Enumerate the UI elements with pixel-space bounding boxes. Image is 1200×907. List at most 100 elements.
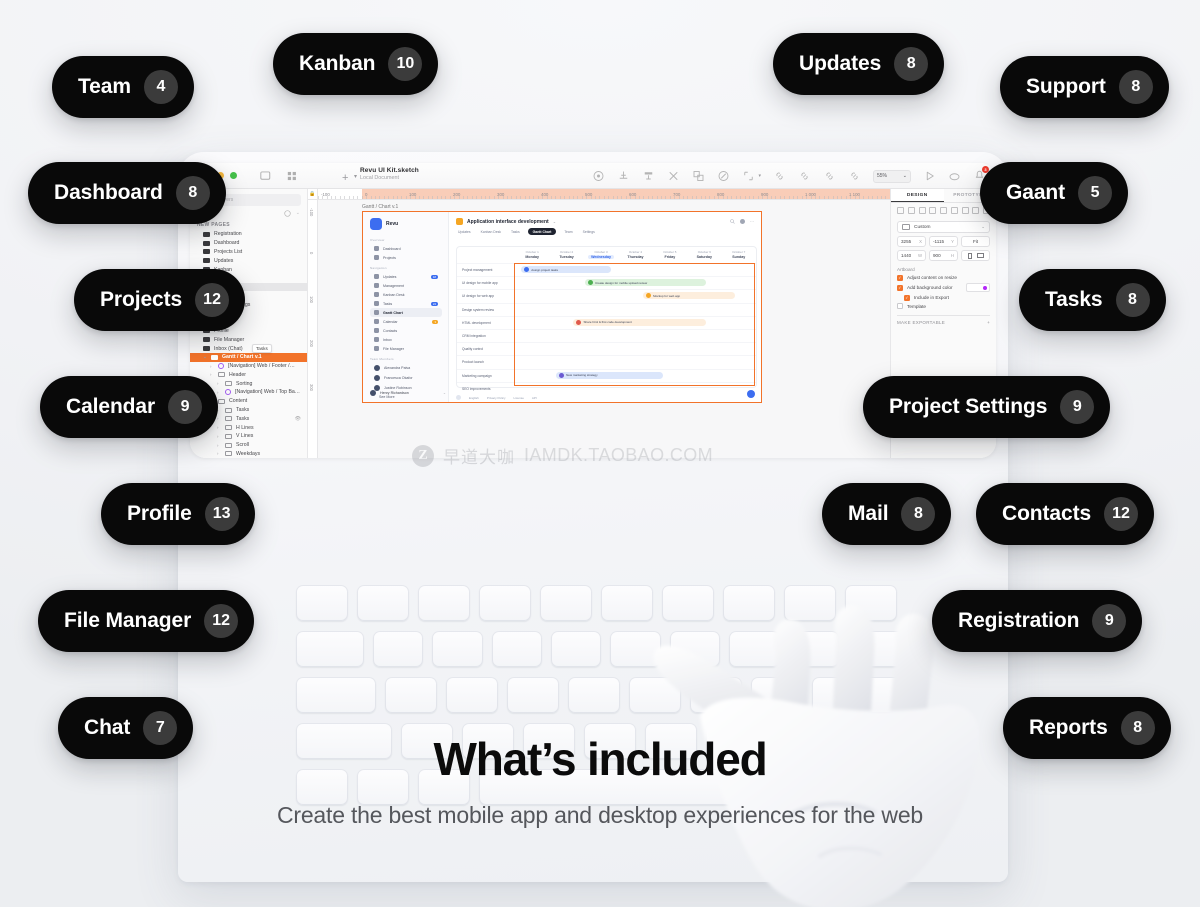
checkbox-icon[interactable]: ✓ (897, 284, 903, 291)
portrait-icon[interactable] (967, 252, 972, 259)
pill-contacts[interactable]: Contacts 12 (976, 483, 1155, 545)
ruler-vertical[interactable]: -100 0 100 200 300 (308, 200, 318, 458)
more-options-icon[interactable]: ⋯ (750, 219, 754, 224)
align-middle-icon[interactable] (940, 207, 947, 214)
visibility-icon[interactable]: 👁 (295, 416, 301, 422)
pill-gaant[interactable]: Gaant 5 (980, 162, 1129, 224)
page-layer-row[interactable]: Inbox (Chat) (190, 344, 307, 353)
artboard-layer-row[interactable]: ⌄ Gantt / Chart v.1 (190, 352, 307, 362)
pill-project-settings[interactable]: Project Settings 9 (863, 376, 1111, 438)
gantt-tab[interactable]: Gantt Chart (527, 228, 557, 235)
chevron-right-icon[interactable]: › (217, 443, 221, 448)
insert-icon[interactable] (592, 170, 605, 182)
pill-mail[interactable]: Mail 8 (822, 483, 952, 545)
artboard-icon[interactable] (260, 170, 273, 182)
fit-button[interactable]: Fit (961, 236, 990, 247)
landscape-icon[interactable] (976, 253, 984, 258)
page-layer-row[interactable]: Dashboard (190, 239, 307, 248)
inspector-checkbox[interactable]: ✓ Add background color (897, 283, 990, 292)
app-sidebar-item[interactable]: Gantt Chart (370, 308, 442, 317)
help-fab-button[interactable] (747, 390, 755, 398)
x-position-field[interactable]: 3255 X (897, 236, 926, 247)
app-sidebar-item[interactable]: Management (370, 281, 442, 290)
sublayer-row[interactable]: › Scroll (190, 441, 307, 450)
chevron-right-icon[interactable]: › (217, 416, 221, 421)
app-sidebar-item[interactable]: Updates 18 (370, 272, 442, 281)
chevron-right-icon[interactable]: › (217, 434, 221, 439)
align-top-icon[interactable] (929, 207, 937, 214)
chevron-down-icon[interactable]: ⌄ (296, 210, 300, 217)
gantt-tab[interactable]: Updates (456, 228, 473, 235)
app-sidebar-item[interactable]: File Manager (370, 344, 442, 353)
y-position-field[interactable]: -1115 Y (929, 236, 958, 247)
chevron-right-icon[interactable]: › (217, 381, 221, 386)
grid-view-icon[interactable] (287, 170, 300, 182)
align-center-h-icon[interactable] (907, 207, 915, 214)
app-sidebar-item[interactable]: Calendar 3 (370, 317, 442, 326)
pill-file-manager[interactable]: File Manager 12 (38, 590, 255, 652)
add-page-icon[interactable]: + (342, 172, 348, 184)
link-1-icon[interactable] (773, 170, 786, 182)
app-sidebar-item[interactable]: Inbox (370, 335, 442, 344)
chevron-right-icon[interactable]: › (210, 372, 214, 377)
pill-kanban[interactable]: Kanban 10 (273, 33, 439, 95)
pill-profile[interactable]: Profile 13 (101, 483, 255, 545)
add-export-icon[interactable]: + (987, 320, 990, 325)
ruler-lock-icon[interactable]: 🔒 (308, 189, 318, 200)
app-sidebar-item[interactable]: Tasks 24 (370, 299, 442, 308)
gantt-tab[interactable]: Kanban Desk (479, 228, 503, 235)
play-icon[interactable] (923, 170, 936, 182)
page-layer-row[interactable]: File Manager (190, 335, 307, 344)
chevron-down-icon[interactable]: ⌄ (203, 354, 207, 360)
app-sidebar-item[interactable]: Projects (370, 253, 442, 262)
orientation-toggle[interactable] (961, 250, 990, 261)
gantt-tab[interactable]: Team (562, 228, 574, 235)
pill-updates[interactable]: Updates 8 (773, 33, 945, 95)
artboard-gantt-chart[interactable]: Revu Overview Dashboard Projects Navigati… (362, 211, 762, 403)
inspector-checkbox[interactable]: ✓ Include in Export (904, 294, 990, 301)
sublayer-row[interactable]: › [Navigation] Web / Footer /… (190, 362, 307, 371)
make-exportable-row[interactable]: MAKE EXPORTABLE + (897, 320, 990, 325)
pill-projects[interactable]: Projects 12 (74, 269, 246, 331)
scale-chevron-icon[interactable]: ▾ (758, 173, 761, 179)
team-member-row[interactable]: Francesca Okafor (370, 373, 442, 383)
pill-registration[interactable]: Registration 9 (932, 590, 1143, 652)
scale-icon[interactable] (742, 170, 755, 182)
page-layer-row[interactable]: Registration (190, 230, 307, 239)
group-icon[interactable] (692, 170, 705, 182)
background-color-swatch[interactable] (966, 283, 990, 292)
footer-link-api[interactable]: API (532, 396, 537, 400)
artboard-name-label[interactable]: Gantt / Chart v.1 (362, 204, 398, 210)
chevron-down-icon[interactable]: ⌄ (443, 391, 446, 395)
checkbox-icon[interactable]: ✓ (897, 274, 903, 281)
mask-icon[interactable] (642, 170, 655, 182)
link-2-icon[interactable] (798, 170, 811, 182)
current-user-row[interactable]: Henry Richardson ⌄ (370, 390, 446, 396)
pill-calendar[interactable]: Calendar 9 (40, 376, 219, 438)
checkbox-icon[interactable] (897, 303, 903, 309)
avatar[interactable] (740, 219, 745, 224)
pill-dashboard[interactable]: Dashboard 8 (28, 162, 226, 224)
artboard-preset-select[interactable]: Custom ⌄ (897, 221, 990, 233)
height-field[interactable]: 900 H (929, 250, 958, 261)
sublayer-row[interactable]: › Weekdays (190, 450, 307, 458)
scissors-icon[interactable] (667, 170, 680, 182)
align-bottom-icon[interactable] (950, 207, 958, 214)
distribute-icon[interactable] (617, 170, 630, 182)
chevron-right-icon[interactable]: › (217, 451, 221, 456)
cloud-icon[interactable] (948, 170, 961, 182)
link-4-icon[interactable] (848, 170, 861, 182)
app-sidebar-item[interactable]: Kanban Desk (370, 290, 442, 299)
search-icon[interactable] (730, 219, 735, 224)
chevron-right-icon[interactable]: › (217, 390, 221, 395)
width-field[interactable]: 1440 W (897, 250, 926, 261)
pill-tasks[interactable]: Tasks 8 (1019, 269, 1166, 331)
chevron-down-icon[interactable]: ▾ (354, 173, 357, 180)
gantt-tab[interactable]: Settings (581, 228, 597, 235)
app-logo[interactable]: Revu (370, 218, 442, 230)
footer-link-license[interactable]: License (514, 396, 524, 400)
app-sidebar-item[interactable]: Contacts (370, 326, 442, 335)
team-member-row[interactable]: Alexandra Paiva (370, 363, 442, 373)
gantt-tab[interactable]: Tasks (509, 228, 522, 235)
page-layer-row[interactable]: Updates (190, 256, 307, 265)
